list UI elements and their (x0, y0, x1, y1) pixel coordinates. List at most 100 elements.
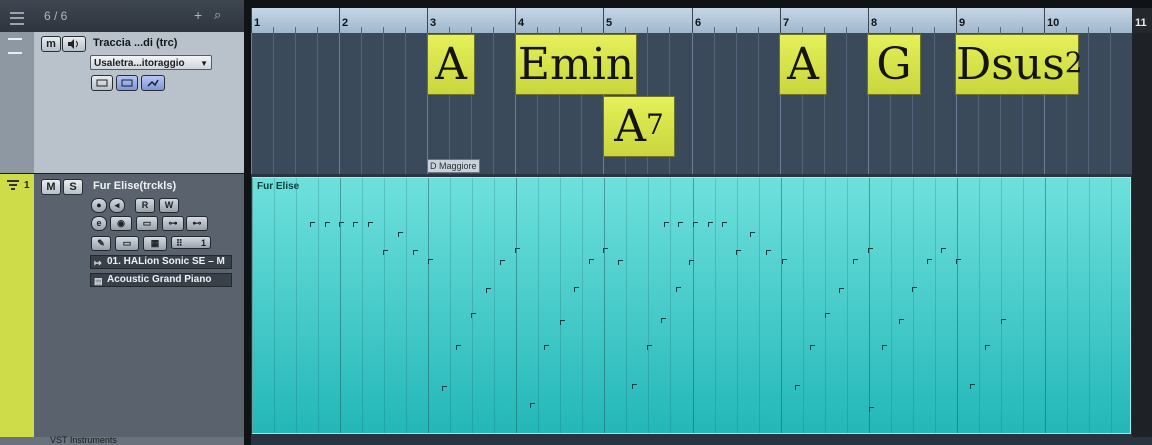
midi-note[interactable] (325, 222, 330, 227)
midi-note[interactable] (471, 313, 476, 318)
add-track-icon[interactable]: + (194, 7, 202, 23)
midi-note[interactable] (912, 287, 917, 292)
mute-button[interactable]: M (41, 179, 61, 195)
freeze-button[interactable]: ◉ (110, 216, 132, 231)
midi-note[interactable] (882, 345, 887, 350)
edit-instrument-button[interactable]: e (91, 216, 107, 231)
keyboard-button[interactable]: ▦ (143, 236, 167, 251)
read-button[interactable]: R (135, 198, 155, 213)
midi-note[interactable] (927, 259, 932, 264)
chord-track-lane[interactable]: A Emin A7 A G Dsus2 D Maggiore (251, 33, 1132, 174)
midi-note[interactable] (515, 248, 520, 253)
chord-track-name[interactable]: Traccia ...di (trc) (93, 37, 177, 49)
write-button[interactable]: W (159, 198, 179, 213)
ruler-bar-line (780, 8, 781, 33)
lanes-button[interactable]: ▭ (136, 216, 158, 231)
midi-note[interactable] (825, 313, 830, 318)
chord-event[interactable]: A7 (603, 96, 675, 157)
midi-note[interactable] (1001, 319, 1006, 324)
instrument-track-header[interactable]: 1 M S Fur Elise(trckls) ● ◂ R W e ◉ ▭ ⊶ … (0, 174, 244, 437)
midi-note[interactable] (632, 384, 637, 389)
chord-event[interactable]: A (779, 34, 827, 95)
part-grid-line (759, 178, 760, 433)
midi-note[interactable] (603, 248, 608, 253)
midi-part[interactable]: Fur Elise (252, 177, 1131, 434)
midi-note[interactable] (428, 259, 433, 264)
midi-note[interactable] (708, 222, 713, 227)
midi-note[interactable] (899, 319, 904, 324)
track-folder-button[interactable]: ▭ (115, 236, 139, 251)
midi-note[interactable] (956, 259, 961, 264)
chord-track-header[interactable]: m Traccia ...di (trc) Usaletra...itoragg… (0, 32, 244, 173)
timeline-ruler[interactable]: 1 2 3 4 5 6 7 8 9 10 (251, 8, 1132, 33)
chord-option-3-button[interactable] (141, 75, 165, 91)
midi-note[interactable] (398, 232, 403, 237)
midi-note[interactable] (486, 288, 491, 293)
midi-note[interactable] (869, 407, 874, 412)
midi-note[interactable] (678, 222, 683, 227)
chord-mute-button[interactable]: m (41, 36, 61, 52)
midi-note[interactable] (442, 386, 447, 391)
midi-note[interactable] (530, 403, 535, 408)
chord-grid-line (405, 33, 406, 174)
midi-note[interactable] (689, 260, 694, 265)
part-grid-line (626, 178, 627, 433)
chord-event[interactable]: A (427, 34, 475, 95)
track-number: 1 (24, 180, 30, 191)
midi-note[interactable] (782, 259, 787, 264)
midi-note[interactable] (383, 250, 388, 255)
midi-note[interactable] (368, 222, 373, 227)
chord-option-1-button[interactable] (91, 75, 113, 91)
midi-note[interactable] (853, 259, 858, 264)
chord-event[interactable]: Dsus2 (955, 34, 1083, 95)
midi-note[interactable] (795, 385, 800, 390)
midi-note[interactable] (766, 250, 771, 255)
chord-event[interactable]: Emin (515, 34, 637, 95)
midi-note[interactable] (839, 288, 844, 293)
search-icon[interactable]: ⌕ (214, 7, 221, 23)
next-track-header[interactable]: VST Instruments (0, 435, 244, 445)
record-enable-button[interactable]: ● (91, 198, 107, 213)
midi-note[interactable] (339, 222, 344, 227)
midi-note[interactable] (676, 287, 681, 292)
monitor-button[interactable]: ◂ (109, 198, 125, 213)
midi-note[interactable] (618, 260, 623, 265)
chord-event[interactable]: G (867, 34, 921, 95)
program-field[interactable]: ▤ Acoustic Grand Piano (90, 273, 232, 287)
inserts-button[interactable]: ⊶ (162, 216, 184, 231)
midi-note[interactable] (810, 345, 815, 350)
midi-note[interactable] (868, 248, 873, 253)
midi-note[interactable] (736, 250, 741, 255)
pencil-icon[interactable]: ✎ (91, 236, 111, 251)
chord-monitor-button[interactable] (62, 36, 86, 52)
midi-note[interactable] (544, 345, 549, 350)
midi-note[interactable] (647, 345, 652, 350)
midi-note[interactable] (750, 232, 755, 237)
midi-note[interactable] (970, 384, 975, 389)
solo-button[interactable]: S (63, 179, 83, 195)
midi-note[interactable] (985, 345, 990, 350)
voicing-dropdown[interactable]: Usaletra...itoraggio ▼ (90, 55, 212, 70)
midi-note[interactable] (310, 222, 315, 227)
midi-note[interactable] (456, 345, 461, 350)
midi-channel-field[interactable]: ⠿ 1 (171, 236, 211, 249)
midi-note[interactable] (941, 248, 946, 253)
midi-note[interactable] (560, 320, 565, 325)
midi-note[interactable] (664, 222, 669, 227)
instrument-track-name[interactable]: Fur Elise(trckls) (93, 180, 176, 192)
panel-splitter[interactable] (244, 0, 251, 445)
chord-option-2-button[interactable] (116, 75, 138, 91)
midi-note[interactable] (693, 222, 698, 227)
midi-note[interactable] (500, 260, 505, 265)
output-routing-field[interactable]: ↦ 01. HALion Sonic SE – M (90, 255, 232, 269)
sends-button[interactable]: ⊷ (186, 216, 208, 231)
midi-note[interactable] (353, 222, 358, 227)
midi-note[interactable] (574, 287, 579, 292)
track-list-icon[interactable] (10, 12, 24, 25)
midi-note[interactable] (661, 318, 666, 323)
midi-note[interactable] (589, 259, 594, 264)
midi-note[interactable] (413, 250, 418, 255)
part-grid-line (869, 178, 870, 433)
scale-event[interactable]: D Maggiore (427, 159, 480, 173)
midi-note[interactable] (722, 222, 727, 227)
